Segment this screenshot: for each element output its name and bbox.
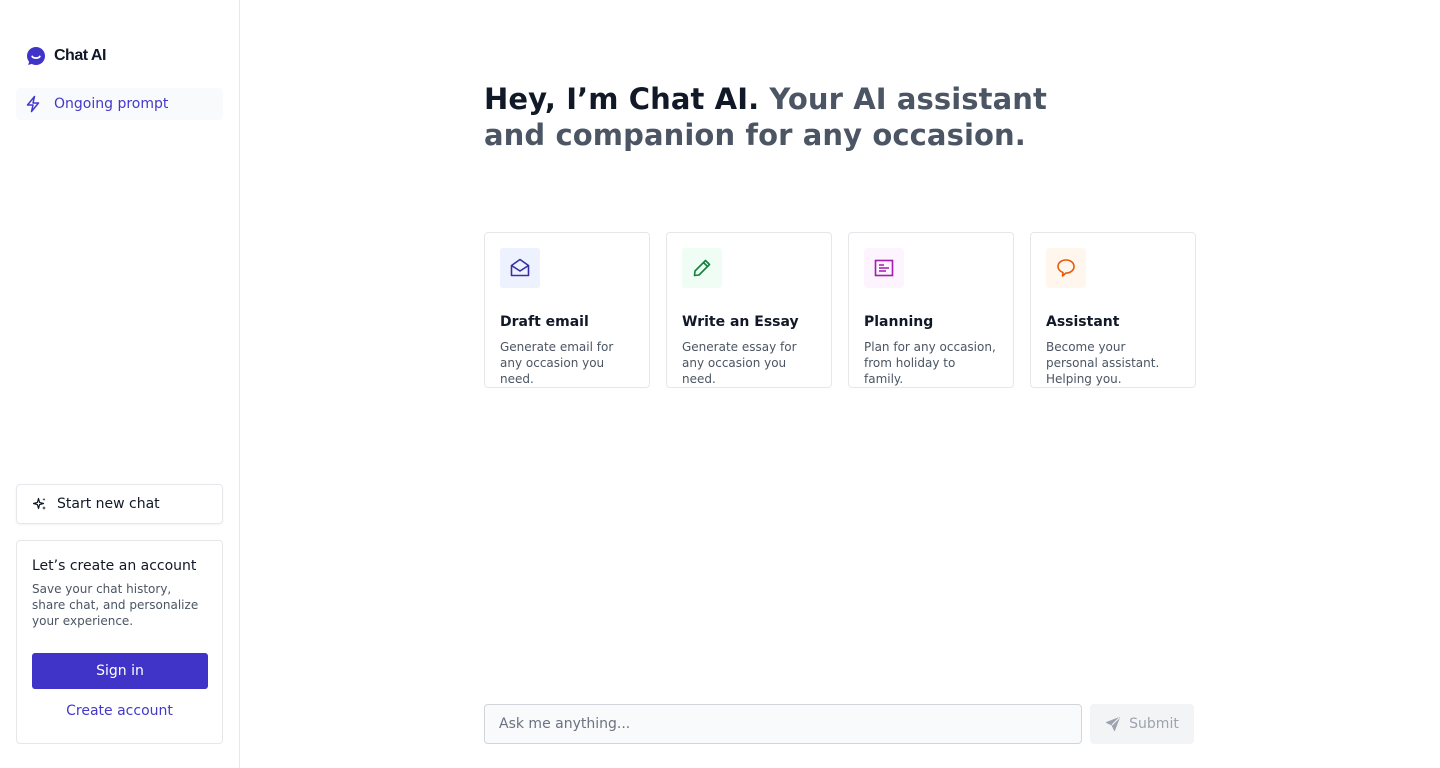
sidebar: Chat AI Ongoing prompt Start new chat Le… [0, 0, 240, 768]
brand[interactable]: Chat AI [26, 46, 223, 66]
lightning-icon [24, 95, 42, 113]
brand-name: Chat AI [54, 47, 106, 64]
headline-greeting: Hey, I’m Chat AI. [484, 82, 760, 116]
send-icon [1105, 716, 1121, 732]
card-description: Become your personal assistant. Helping … [1046, 340, 1160, 386]
card-description: Plan for any occasion, from holiday to f… [864, 340, 996, 386]
card-draft-email[interactable]: Draft email Generate email for any occas… [484, 232, 650, 388]
card-planning[interactable]: Planning Plan for any occasion, from hol… [848, 232, 1014, 388]
app: Chat AI Ongoing prompt Start new chat Le… [0, 0, 1440, 768]
account-card-title: Let’s create an account [32, 558, 197, 574]
sidebar-item-label: Ongoing prompt [54, 96, 169, 112]
card-description: Generate email for any occasion you need… [500, 340, 614, 386]
card-title: Draft email [500, 314, 589, 330]
card-assistant[interactable]: Assistant Become your personal assistant… [1030, 232, 1196, 388]
sparkles-icon [33, 497, 47, 511]
card-description: Generate essay for any occasion you need… [682, 340, 797, 386]
create-account-card: Let’s create an account Save your chat h… [16, 540, 223, 744]
chat-bubble-icon [1046, 248, 1086, 288]
chat-ai-logo-icon [26, 46, 46, 66]
account-card-description: Save your chat history, share chat, and … [32, 582, 199, 628]
card-title: Planning [864, 314, 934, 330]
start-new-chat-label: Start new chat [57, 496, 160, 512]
create-account-link[interactable]: Create account [32, 703, 207, 719]
sign-in-button[interactable]: Sign in [32, 653, 208, 689]
card-title: Write an Essay [682, 314, 799, 330]
submit-button[interactable]: Submit [1090, 704, 1194, 744]
prompt-input[interactable] [484, 704, 1082, 744]
page-title: Hey, I’m Chat AI. Your AI assistant and … [484, 81, 1084, 153]
submit-label: Submit [1129, 716, 1179, 732]
document-text-icon [864, 248, 904, 288]
pencil-icon [682, 248, 722, 288]
suggestion-cards: Draft email Generate email for any occas… [484, 232, 1196, 388]
mail-open-icon [500, 248, 540, 288]
start-new-chat-button[interactable]: Start new chat [16, 484, 223, 524]
main-content: Hey, I’m Chat AI. Your AI assistant and … [240, 0, 1440, 768]
composer: Submit [484, 704, 1194, 744]
card-write-essay[interactable]: Write an Essay Generate essay for any oc… [666, 232, 832, 388]
card-title: Assistant [1046, 314, 1120, 330]
sidebar-item-ongoing-prompt[interactable]: Ongoing prompt [16, 88, 223, 120]
